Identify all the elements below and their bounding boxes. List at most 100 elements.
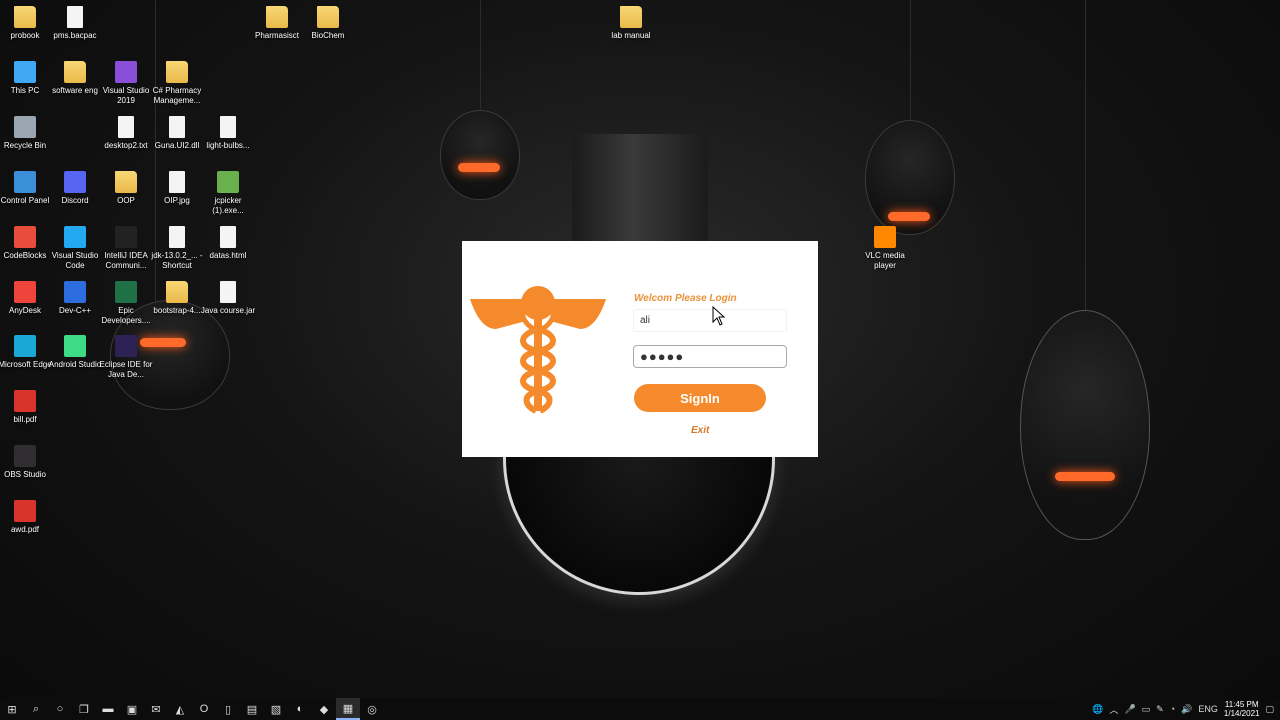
desktop-icon-label: light-bulbs... bbox=[206, 141, 250, 150]
network-globe-icon[interactable]: 🌐 bbox=[1092, 704, 1103, 715]
remote-icon[interactable]: ▤ bbox=[240, 698, 264, 720]
desktop-icon[interactable]: bill.pdf bbox=[0, 390, 53, 425]
pen-icon[interactable]: ✎ bbox=[1156, 704, 1164, 715]
clock[interactable]: 11:45 PM 1/14/2021 bbox=[1224, 700, 1260, 718]
windows-start-icon[interactable]: ⊞ bbox=[0, 698, 24, 720]
desktop-icon[interactable]: datas.html bbox=[200, 226, 256, 261]
desktop-icon[interactable]: lab manual bbox=[603, 6, 659, 41]
desktop-icon[interactable]: Android Studio bbox=[47, 335, 103, 370]
desktop-icon[interactable]: jcpicker (1).exe... bbox=[200, 171, 256, 216]
desktop-icon[interactable]: Visual Studio 2019 bbox=[98, 61, 154, 106]
desktop-icon-label: Guna.UI2.dll bbox=[154, 141, 200, 150]
desktop-icon[interactable]: pms.bacpac bbox=[47, 6, 103, 41]
caduceus-logo-icon bbox=[470, 286, 606, 414]
volume-icon[interactable]: 🔊 bbox=[1181, 704, 1192, 715]
desktop-icon[interactable]: light-bulbs... bbox=[200, 116, 256, 151]
desktop-icon[interactable]: Java course.jar bbox=[200, 281, 256, 316]
visual-studio-icon[interactable]: ◆ bbox=[312, 698, 336, 720]
search-icon[interactable]: ⌕ bbox=[24, 698, 48, 720]
intellij-icon bbox=[115, 226, 137, 248]
html-file-icon bbox=[220, 226, 236, 248]
desktop-icon[interactable]: Control Panel bbox=[0, 171, 53, 206]
desktop-icon[interactable]: OBS Studio bbox=[0, 445, 53, 480]
recycle-bin-icon bbox=[14, 116, 36, 138]
desktop-icon-label: lab manual bbox=[611, 31, 651, 40]
desktop-icon[interactable]: software eng bbox=[47, 61, 103, 96]
signin-button[interactable]: SignIn bbox=[634, 384, 766, 412]
desktop-icon[interactable]: Guna.UI2.dll bbox=[149, 116, 205, 151]
image-file-icon bbox=[169, 171, 185, 193]
desktop-icon-label: datas.html bbox=[209, 251, 247, 260]
pdf-icon bbox=[14, 390, 36, 412]
photos-icon[interactable]: ▧ bbox=[264, 698, 288, 720]
store-icon[interactable]: ▣ bbox=[120, 698, 144, 720]
desktop-icon[interactable]: IntelliJ IDEA Communi... bbox=[98, 226, 154, 271]
desktop-icon-label: C# Pharmacy Manageme... bbox=[152, 86, 202, 105]
desktop-icon[interactable]: Recycle Bin bbox=[0, 116, 53, 151]
text-file-icon bbox=[118, 116, 134, 138]
desktop-icon[interactable]: CodeBlocks bbox=[0, 226, 53, 261]
android-studio-icon[interactable]: ◭ bbox=[168, 698, 192, 720]
java-icon bbox=[220, 281, 236, 303]
desktop-icon[interactable]: Visual Studio Code bbox=[47, 226, 103, 271]
desktop-icon[interactable]: Eclipse IDE for Java De... bbox=[98, 335, 154, 380]
notifications-icon[interactable]: ▢ bbox=[1265, 704, 1274, 715]
exit-link[interactable]: Exit bbox=[691, 425, 709, 436]
file-explorer-icon[interactable]: ▬ bbox=[96, 698, 120, 720]
android-studio-icon bbox=[64, 335, 86, 357]
desktop-icon-label: jcpicker (1).exe... bbox=[212, 196, 244, 215]
desktop-icon[interactable]: Microsoft Edge bbox=[0, 335, 53, 370]
folder-icon bbox=[266, 6, 288, 28]
battery-icon[interactable]: ▭ bbox=[1142, 704, 1151, 715]
desktop-icon-label: OIP.jpg bbox=[164, 196, 190, 205]
devcpp-icon bbox=[64, 281, 86, 303]
pharmacy-app-icon[interactable]: ▦ bbox=[336, 698, 360, 720]
dll-file-icon bbox=[169, 116, 185, 138]
language-icon[interactable]: ENG bbox=[1198, 704, 1218, 714]
codeblocks-icon bbox=[14, 226, 36, 248]
edge-icon[interactable]: ◐ bbox=[288, 698, 312, 720]
clock-time: 11:45 PM bbox=[1224, 700, 1259, 709]
file-icon[interactable]: ▯ bbox=[216, 698, 240, 720]
folder-icon bbox=[115, 171, 137, 193]
desktop-icon[interactable]: AnyDesk bbox=[0, 281, 53, 316]
obs-icon[interactable]: ◎ bbox=[360, 698, 384, 720]
chevron-up-icon[interactable]: ︿ bbox=[1109, 703, 1118, 716]
desktop-icon-label: BioChem bbox=[311, 31, 345, 40]
desktop-icon-label: desktop2.txt bbox=[104, 141, 148, 150]
wifi-icon[interactable]: ◔ bbox=[1170, 704, 1175, 714]
desktop-icon[interactable]: This PC bbox=[0, 61, 53, 96]
image-file-icon bbox=[220, 116, 236, 138]
cortana-icon[interactable]: ○ bbox=[48, 698, 72, 720]
obs-icon bbox=[14, 445, 36, 467]
desktop-icon-label: Recycle Bin bbox=[3, 141, 47, 150]
desktop-icon[interactable]: C# Pharmacy Manageme... bbox=[149, 61, 205, 106]
desktop-icon[interactable]: BioChem bbox=[300, 6, 356, 41]
desktop-icon[interactable]: Dev-C++ bbox=[47, 281, 103, 316]
desktop-icon[interactable]: desktop2.txt bbox=[98, 116, 154, 151]
desktop-icon-label: OBS Studio bbox=[4, 470, 46, 479]
username-input[interactable]: ali bbox=[633, 309, 787, 332]
desktop-icon-label: IntelliJ IDEA Communi... bbox=[104, 251, 148, 270]
desktop-icon[interactable]: awd.pdf bbox=[0, 500, 53, 535]
desktop-icon-label: bootstrap-4... bbox=[153, 306, 201, 315]
desktop-icon[interactable]: probook bbox=[0, 6, 53, 41]
desktop-icon[interactable]: Epic Developers.... bbox=[98, 281, 154, 326]
desktop-icon[interactable]: Pharmasisct bbox=[249, 6, 305, 41]
task-view-icon[interactable]: ❐ bbox=[72, 698, 96, 720]
user-folder-icon bbox=[14, 6, 36, 28]
password-input[interactable]: ●●●●● bbox=[633, 345, 787, 368]
desktop-icon[interactable]: OIP.jpg bbox=[149, 171, 205, 206]
desktop-icon[interactable]: bootstrap-4... bbox=[149, 281, 205, 316]
desktop-icon-label: Discord bbox=[61, 196, 89, 205]
opera-icon[interactable]: O bbox=[192, 698, 216, 720]
clock-date: 1/14/2021 bbox=[1223, 709, 1260, 718]
mail-icon[interactable]: ✉ bbox=[144, 698, 168, 720]
microphone-icon[interactable]: 🎤 bbox=[1124, 704, 1135, 715]
desktop-icon[interactable]: jdk-13.0.2_... - Shortcut bbox=[149, 226, 205, 271]
desktop-icon[interactable]: Discord bbox=[47, 171, 103, 206]
desktop-icon[interactable]: VLC media player bbox=[857, 226, 913, 271]
desktop-icon[interactable]: OOP bbox=[98, 171, 154, 206]
taskbar: ⊞ ⌕ ○ ❐ ▬ ▣ ✉ ◭ O ▯ ▤ ▧ ◐ ◆ ▦ ◎ 🌐 ︿ 🎤 ▭ ✎ ◔ 🔊 ENG 11:45… bbox=[0, 698, 1280, 720]
desktop-icon-label: Visual Studio 2019 bbox=[102, 86, 150, 105]
